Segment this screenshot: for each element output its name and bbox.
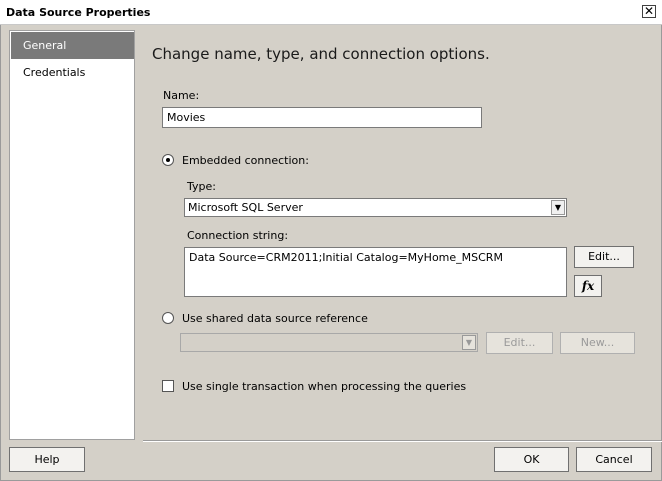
shared-data-source-label: Use shared data source reference [182,312,368,325]
type-label: Type: [187,180,216,193]
title-bar: Data Source Properties ✕ [0,0,662,25]
help-button[interactable]: Help [9,447,85,472]
name-label: Name: [163,89,200,102]
chevron-down-icon: ▼ [462,335,476,350]
shared-edit-button[interactable]: Edit... [486,332,553,354]
type-select[interactable]: Microsoft SQL Server ▼ [184,198,567,217]
connection-string-field[interactable]: Data Source=CRM2011;Initial Catalog=MyHo… [184,247,567,297]
expression-button[interactable]: fx [574,275,602,297]
name-field[interactable] [162,107,482,128]
shared-data-source-select[interactable]: ▼ [180,333,478,352]
page-title: Change name, type, and connection option… [152,45,490,63]
window-title: Data Source Properties [6,6,151,19]
shared-data-source-radio[interactable] [162,312,174,324]
connection-string-label: Connection string: [187,229,289,242]
footer-divider [143,440,662,442]
sidebar: General Credentials [9,30,135,440]
close-icon[interactable]: ✕ [642,5,656,18]
single-transaction-checkbox[interactable] [162,380,174,392]
embedded-connection-label: Embedded connection: [182,154,309,167]
embedded-connection-radio[interactable] [162,154,174,166]
shared-new-button[interactable]: New... [560,332,635,354]
fx-icon: fx [581,279,595,293]
type-selected-value: Microsoft SQL Server [188,201,303,214]
sidebar-item-credentials[interactable]: Credentials [11,59,134,86]
cancel-button[interactable]: Cancel [576,447,652,472]
single-transaction-label: Use single transaction when processing t… [182,380,467,393]
ok-button[interactable]: OK [494,447,569,472]
chevron-down-icon: ▼ [551,200,565,215]
edit-connection-button[interactable]: Edit... [574,246,634,268]
sidebar-item-general[interactable]: General [11,32,134,59]
